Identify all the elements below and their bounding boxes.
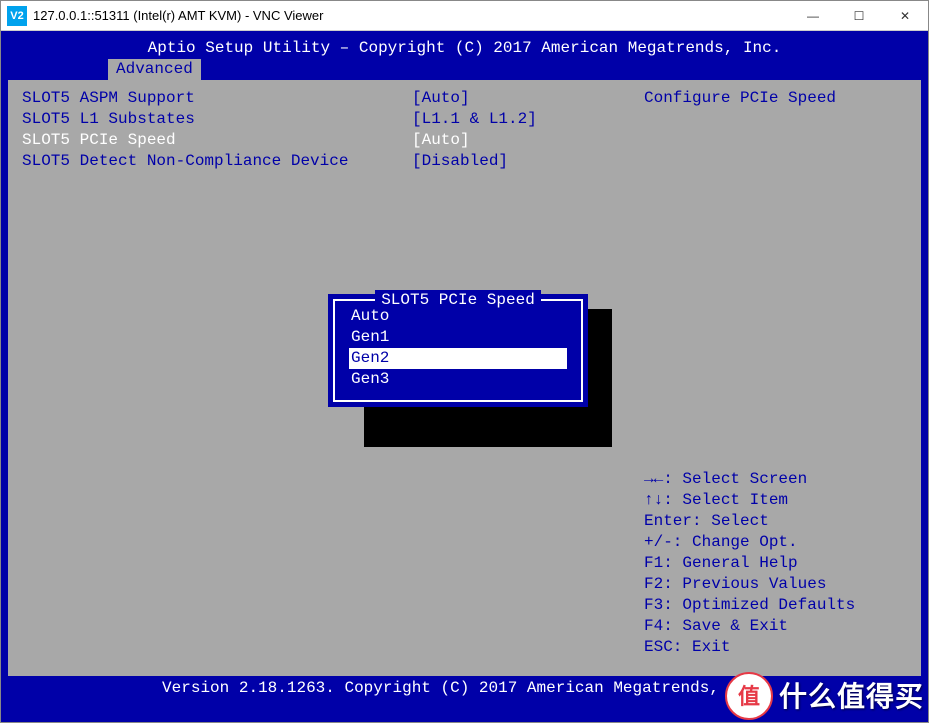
help-key-line: ↑↓: Select Item — [644, 490, 909, 511]
help-key-line: →←: Select Screen — [644, 469, 909, 490]
bios-header: Aptio Setup Utility – Copyright (C) 2017… — [8, 38, 921, 59]
setting-label: SLOT5 L1 Substates — [22, 109, 412, 130]
popup-options: AutoGen1Gen2Gen3 — [335, 300, 581, 400]
popup-title: SLOT5 PCIe Speed — [375, 290, 541, 311]
setting-row[interactable]: SLOT5 PCIe Speed[Auto] — [22, 130, 620, 151]
help-description: Configure PCIe Speed — [644, 88, 909, 109]
watermark-badge-icon: 值 — [725, 672, 773, 720]
setting-label: SLOT5 Detect Non-Compliance Device — [22, 151, 412, 172]
bios-tabs: Advanced — [8, 59, 921, 80]
window-title: 127.0.0.1::51311 (Intel(r) AMT KVM) - VN… — [33, 8, 790, 23]
window-controls: — ☐ ✕ — [790, 1, 928, 30]
maximize-button[interactable]: ☐ — [836, 1, 882, 31]
bios-screen[interactable]: Aptio Setup Utility – Copyright (C) 2017… — [1, 31, 928, 722]
tab-advanced[interactable]: Advanced — [108, 59, 201, 80]
popup-option[interactable]: Gen2 — [349, 348, 567, 369]
setting-row[interactable]: SLOT5 ASPM Support[Auto] — [22, 88, 620, 109]
help-key-line: F1: General Help — [644, 553, 909, 574]
help-key-line: +/-: Change Opt. — [644, 532, 909, 553]
popup-frame: SLOT5 PCIe Speed AutoGen1Gen2Gen3 — [333, 299, 583, 402]
setting-value: [Auto] — [412, 130, 470, 151]
popup-option[interactable]: Gen3 — [349, 369, 567, 390]
app-icon: V2 — [7, 6, 27, 26]
setting-value: [L1.1 & L1.2] — [412, 109, 537, 130]
help-key-line: ESC: Exit — [644, 637, 909, 658]
close-button[interactable]: ✕ — [882, 1, 928, 31]
setting-value: [Disabled] — [412, 151, 508, 172]
setting-label: SLOT5 PCIe Speed — [22, 130, 412, 151]
help-key-line: Enter: Select — [644, 511, 909, 532]
setting-row[interactable]: SLOT5 Detect Non-Compliance Device[Disab… — [22, 151, 620, 172]
minimize-button[interactable]: — — [790, 1, 836, 31]
help-key-line: F3: Optimized Defaults — [644, 595, 909, 616]
help-key-line: F2: Previous Values — [644, 574, 909, 595]
popup-option[interactable]: Gen1 — [349, 327, 567, 348]
help-panel: Configure PCIe Speed →←: Select Screen↑↓… — [634, 82, 919, 674]
bios-main-area: SLOT5 ASPM Support[Auto]SLOT5 L1 Substat… — [8, 80, 921, 676]
help-keys-section: →←: Select Screen↑↓: Select ItemEnter: S… — [644, 469, 909, 658]
setting-label: SLOT5 ASPM Support — [22, 88, 412, 109]
watermark-text: 什么值得买 — [779, 686, 924, 707]
pcie-speed-popup[interactable]: SLOT5 PCIe Speed AutoGen1Gen2Gen3 — [328, 294, 588, 407]
watermark: 值 什么值得买 — [725, 672, 924, 720]
window-titlebar[interactable]: V2 127.0.0.1::51311 (Intel(r) AMT KVM) -… — [1, 1, 928, 31]
setting-value: [Auto] — [412, 88, 470, 109]
vnc-window: V2 127.0.0.1::51311 (Intel(r) AMT KVM) -… — [0, 0, 929, 723]
help-key-line: F4: Save & Exit — [644, 616, 909, 637]
setting-row[interactable]: SLOT5 L1 Substates[L1.1 & L1.2] — [22, 109, 620, 130]
